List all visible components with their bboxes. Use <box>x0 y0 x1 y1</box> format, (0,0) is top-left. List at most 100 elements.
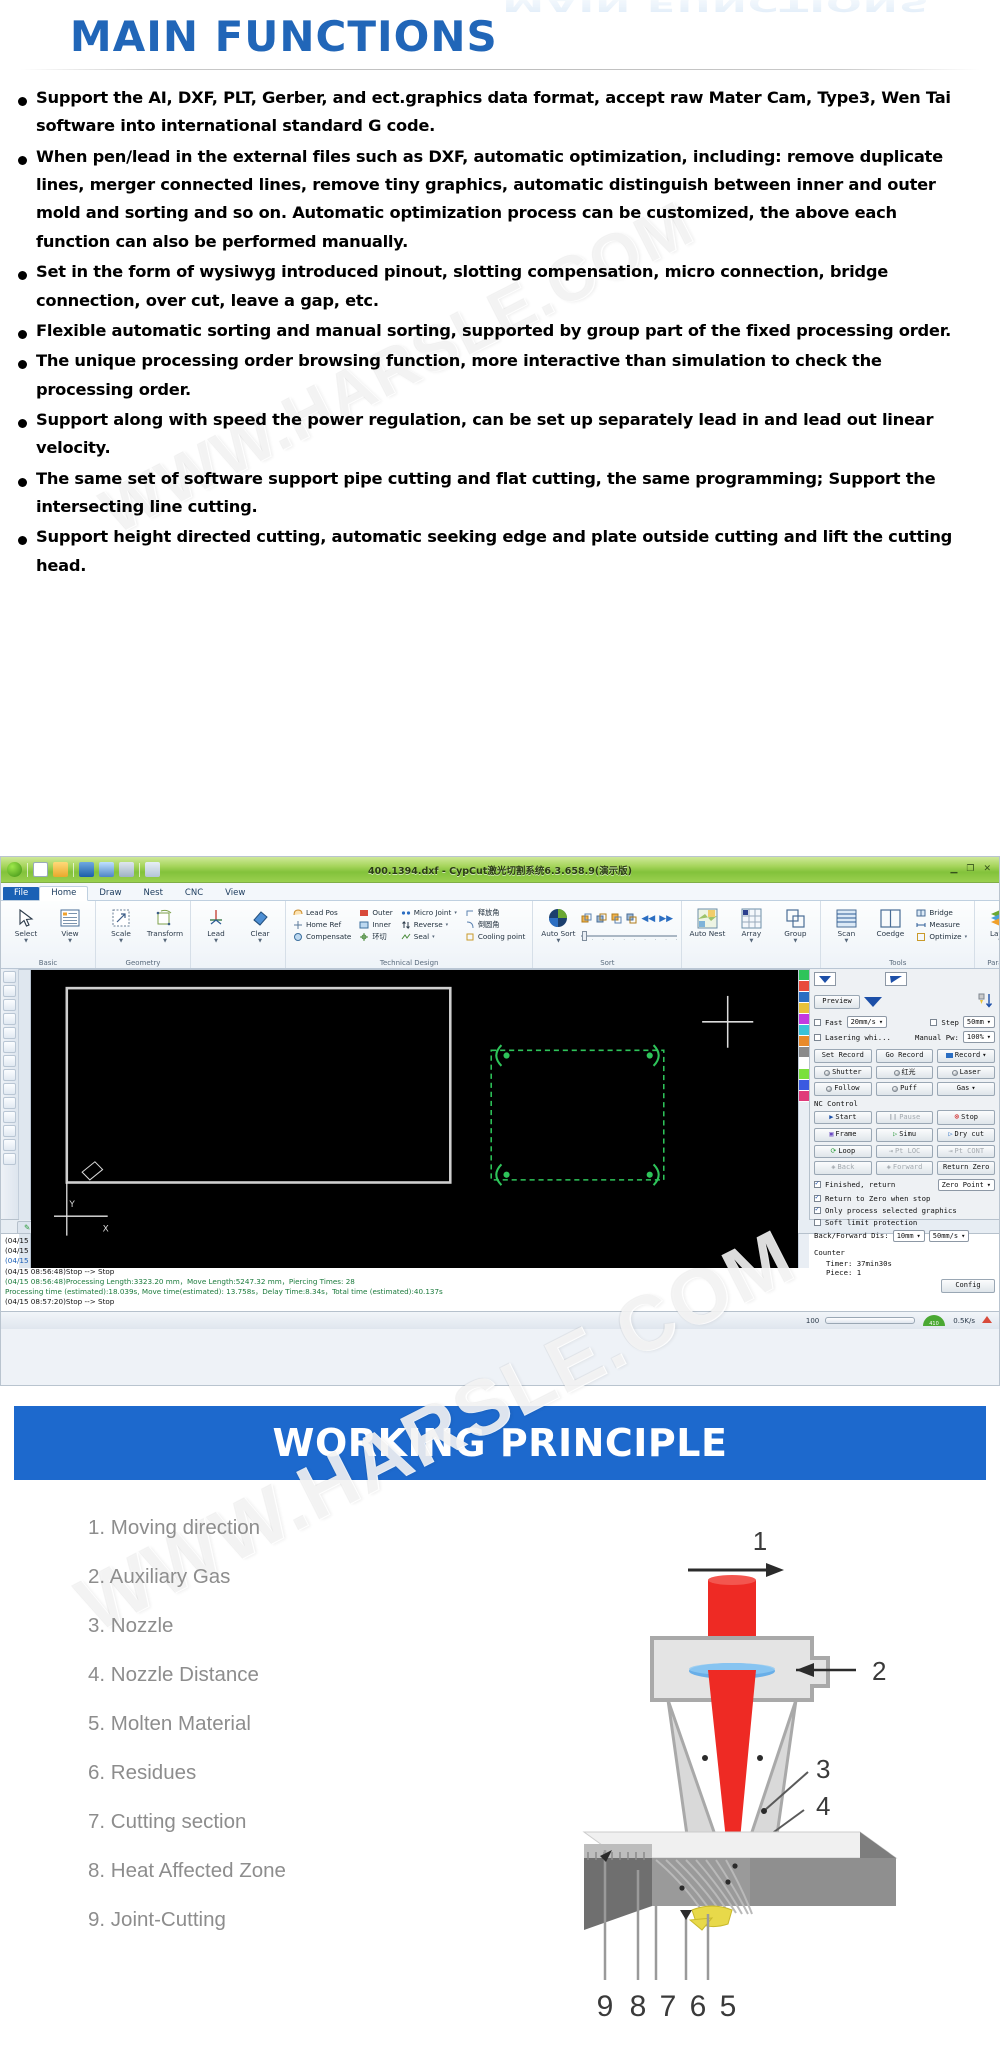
sort-first-icon[interactable]: ◀◀ <box>641 914 655 924</box>
tool-circle-icon[interactable] <box>3 1013 16 1025</box>
return-target-select[interactable]: Zero Point ▾ <box>937 1178 995 1191</box>
tab-file[interactable]: File <box>3 886 40 900</box>
chevron-down-icon[interactable]: ▾ <box>432 934 435 940</box>
return-zero-button[interactable]: Return Zero <box>937 1161 996 1175</box>
forward-button[interactable]: ◈ Forward <box>875 1161 934 1175</box>
tab-view[interactable]: View <box>214 887 256 901</box>
chevron-down-icon[interactable]: ▾ <box>965 934 968 940</box>
tool-node-icon[interactable] <box>3 1139 16 1151</box>
sort-up-icon[interactable] <box>611 909 622 928</box>
layer-color-lime[interactable] <box>799 1069 809 1080</box>
laser-button[interactable]: Laser <box>937 1065 996 1080</box>
fast-speed-select[interactable]: 20mm/s ▾ <box>846 1016 888 1028</box>
jog-up-left-icon[interactable] <box>814 972 836 988</box>
tab-nest[interactable]: Nest <box>133 887 174 901</box>
close-icon[interactable]: ✕ <box>983 865 991 874</box>
manual-pw-select[interactable]: 100% ▾ <box>962 1031 995 1043</box>
soft-limit-checkbox[interactable] <box>814 1218 821 1226</box>
clear-button[interactable]: Clear ▼ <box>239 905 281 944</box>
ring-cut-button[interactable]: 环切 <box>359 932 392 942</box>
release-corner-button[interactable]: 释放角 <box>465 908 526 918</box>
layer-color-magenta[interactable] <box>799 1014 809 1025</box>
follow-button[interactable]: Follow <box>814 1082 872 1097</box>
only-selected-checkbox[interactable] <box>814 1205 821 1214</box>
chevron-down-icon[interactable]: ▼ <box>24 938 28 944</box>
tool-line-icon[interactable] <box>3 985 16 997</box>
tool-align-icon[interactable] <box>3 1111 16 1123</box>
config-button[interactable]: Config <box>941 1278 995 1293</box>
set-record-button[interactable]: Set Record <box>814 1049 872 1063</box>
sort-tool-row[interactable]: ◀◀ ▶▶ <box>581 909 677 928</box>
dry-cut-button[interactable]: ▷ Dry cut <box>937 1127 996 1142</box>
jog-down-icon[interactable] <box>864 997 882 1007</box>
layer-color-red[interactable] <box>799 981 809 992</box>
loop-button[interactable]: ⟳ Loop <box>814 1144 872 1159</box>
tool-zoom-icon[interactable] <box>3 1055 16 1067</box>
chevron-down-icon[interactable]: ▼ <box>68 938 72 944</box>
drawing-canvas[interactable]: Y X <box>31 970 798 1269</box>
chevron-down-icon[interactable]: ▾ <box>879 1018 883 1026</box>
bridge-button[interactable]: Bridge <box>916 908 967 918</box>
pt-loc-button[interactable]: ⇥ Pt LOC <box>875 1144 934 1159</box>
coedge-button[interactable]: Coedge <box>869 905 911 938</box>
group-button[interactable]: Group ▼ <box>774 905 816 944</box>
layer-color-orange[interactable] <box>799 1036 809 1047</box>
layer-color-green[interactable] <box>799 970 809 981</box>
follow-height-icon[interactable] <box>975 991 995 1013</box>
layer-color-blue[interactable] <box>799 992 809 1003</box>
tool-offset-icon[interactable] <box>3 1125 16 1137</box>
chevron-down-icon[interactable]: ▼ <box>556 938 560 944</box>
pause-button[interactable]: ❙❙ Pause <box>875 1110 934 1125</box>
pt-cont-button[interactable]: ⇥ Pt CONT <box>937 1144 996 1159</box>
stop-button[interactable]: ⊗ Stop <box>937 1110 996 1125</box>
lead-pos-button[interactable]: Lead Pos <box>293 908 351 918</box>
sort-speed-slider[interactable]: · · · · · · · · · · <box>581 931 678 943</box>
tab-cnc[interactable]: CNC <box>174 887 214 901</box>
go-record-button[interactable]: Go Record <box>875 1049 934 1063</box>
reverse-button[interactable]: Reverse ▾ <box>401 920 457 930</box>
home-ref-button[interactable]: Home Ref <box>293 920 351 930</box>
tool-polyline-icon[interactable] <box>3 1027 16 1039</box>
shutter-button[interactable]: Shutter <box>814 1065 872 1080</box>
chevron-down-icon[interactable]: ▼ <box>163 938 167 944</box>
tool-rotate-icon[interactable] <box>3 1097 16 1109</box>
tool-text-icon[interactable] <box>3 1041 16 1053</box>
layer-color-gray[interactable] <box>799 1047 809 1058</box>
chevron-down-icon[interactable]: ▼ <box>844 938 848 944</box>
round-corner-button[interactable]: 倒圆角 <box>465 920 526 930</box>
preview-button[interactable]: Preview <box>814 995 860 1009</box>
auto-nest-button[interactable]: Auto Nest <box>686 905 728 938</box>
compensate-button[interactable]: Compensate <box>293 932 351 942</box>
finished-return-checkbox[interactable] <box>814 1179 821 1189</box>
sort-forward-icon[interactable] <box>581 909 592 928</box>
chevron-down-icon[interactable]: ▾ <box>454 910 457 916</box>
inner-button[interactable]: Inner <box>359 920 392 930</box>
sort-down-icon[interactable] <box>626 909 637 928</box>
simu-button[interactable]: ▷ Simu <box>875 1127 934 1142</box>
layer-button[interactable]: Layer ▼ <box>979 905 999 944</box>
chevron-down-icon[interactable]: ▾ <box>917 1232 921 1240</box>
window-controls[interactable]: ▁ ❐ ✕ <box>950 865 999 874</box>
back-forward-distance-select[interactable]: 10mm ▾ <box>892 1229 925 1242</box>
chevron-down-icon[interactable]: ▼ <box>119 938 123 944</box>
tool-pan-icon[interactable] <box>3 1069 16 1081</box>
cooling-point-button[interactable]: Cooling point <box>465 932 525 942</box>
lead-button[interactable]: Lead ▼ <box>195 905 237 944</box>
layer-color-cyan[interactable] <box>799 1025 809 1036</box>
chevron-down-icon[interactable]: ▼ <box>214 938 218 944</box>
ribbon-tabstrip[interactable]: File Home Draw Nest CNC View <box>1 883 999 901</box>
select-button[interactable]: Select ▼ <box>5 905 47 944</box>
fast-checkbox[interactable] <box>814 1018 821 1026</box>
chevron-down-icon[interactable]: ▾ <box>961 1232 965 1240</box>
step-checkbox[interactable] <box>930 1018 938 1026</box>
transform-button[interactable]: Transform ▼ <box>144 905 186 944</box>
optimize-button[interactable]: Optimize ▾ <box>916 932 967 942</box>
tool-mirror-icon[interactable] <box>3 1083 16 1095</box>
record-dropdown-button[interactable]: Record ▾ <box>937 1049 996 1063</box>
measure-button[interactable]: Measure <box>916 920 967 930</box>
lasering-checkbox[interactable] <box>814 1033 821 1041</box>
tool-pointer-icon[interactable] <box>3 971 16 983</box>
chevron-down-icon[interactable]: ▾ <box>982 1051 986 1060</box>
chevron-down-icon[interactable]: ▼ <box>749 938 753 944</box>
scan-button[interactable]: Scan ▼ <box>825 905 867 944</box>
